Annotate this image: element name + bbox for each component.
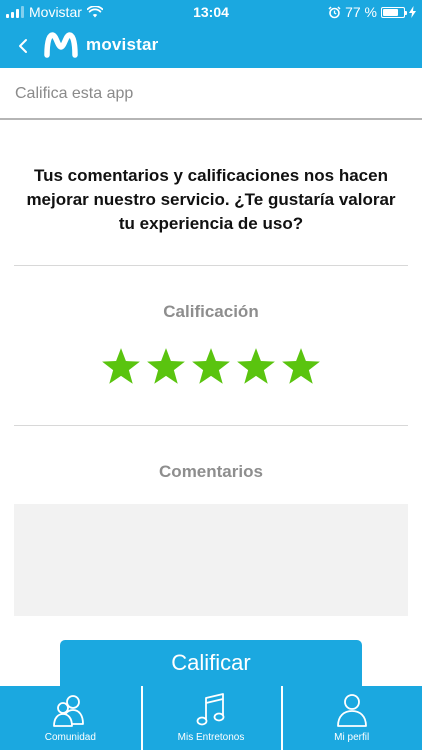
profile-icon [336,694,367,727]
brand: movistar [44,32,158,58]
tab-comunidad[interactable]: Comunidad [0,686,141,750]
star-icon[interactable] [145,346,187,388]
rating-label: Calificación [163,302,259,321]
navigation-bar: movistar [0,24,422,68]
status-bar: Movistar 13:04 77 % [0,0,422,24]
tab-mis-entretonos[interactable]: Mis Entretonos [140,686,282,750]
divider [14,425,408,426]
divider [14,265,408,266]
music-note-icon [196,693,225,726]
battery-fill [383,8,399,16]
tab-mi-perfil[interactable]: Mi perfil [281,686,422,750]
community-icon [53,695,85,727]
alarm-icon [328,5,341,18]
submit-rating-button[interactable]: Calificar [60,640,362,686]
status-right: 77 % [328,4,416,20]
page-title: Califica esta app [15,85,134,102]
tab-bar: Comunidad Mis Entretonos Mi perfil [0,686,422,750]
page-header: Califica esta app [0,68,422,120]
back-button[interactable] [10,30,36,62]
tab-label: Mi perfil [334,732,370,743]
star-rating[interactable] [0,346,422,388]
charging-icon [409,6,416,18]
chevron-left-icon [19,39,27,53]
comments-input[interactable] [14,504,408,616]
star-icon[interactable] [100,346,142,388]
star-icon[interactable] [280,346,322,388]
tab-label: Comunidad [44,732,96,743]
battery-icon [381,6,407,18]
brand-name: movistar [86,35,159,54]
star-icon[interactable] [235,346,277,388]
comments-label: Comentarios [159,462,263,481]
star-icon[interactable] [190,346,232,388]
tab-label: Mis Entretonos [177,732,245,743]
intro-text: Tus comentarios y calificaciones nos hac… [26,166,396,233]
movistar-logo-icon [44,32,78,58]
battery-percent: 77 % [345,4,377,20]
